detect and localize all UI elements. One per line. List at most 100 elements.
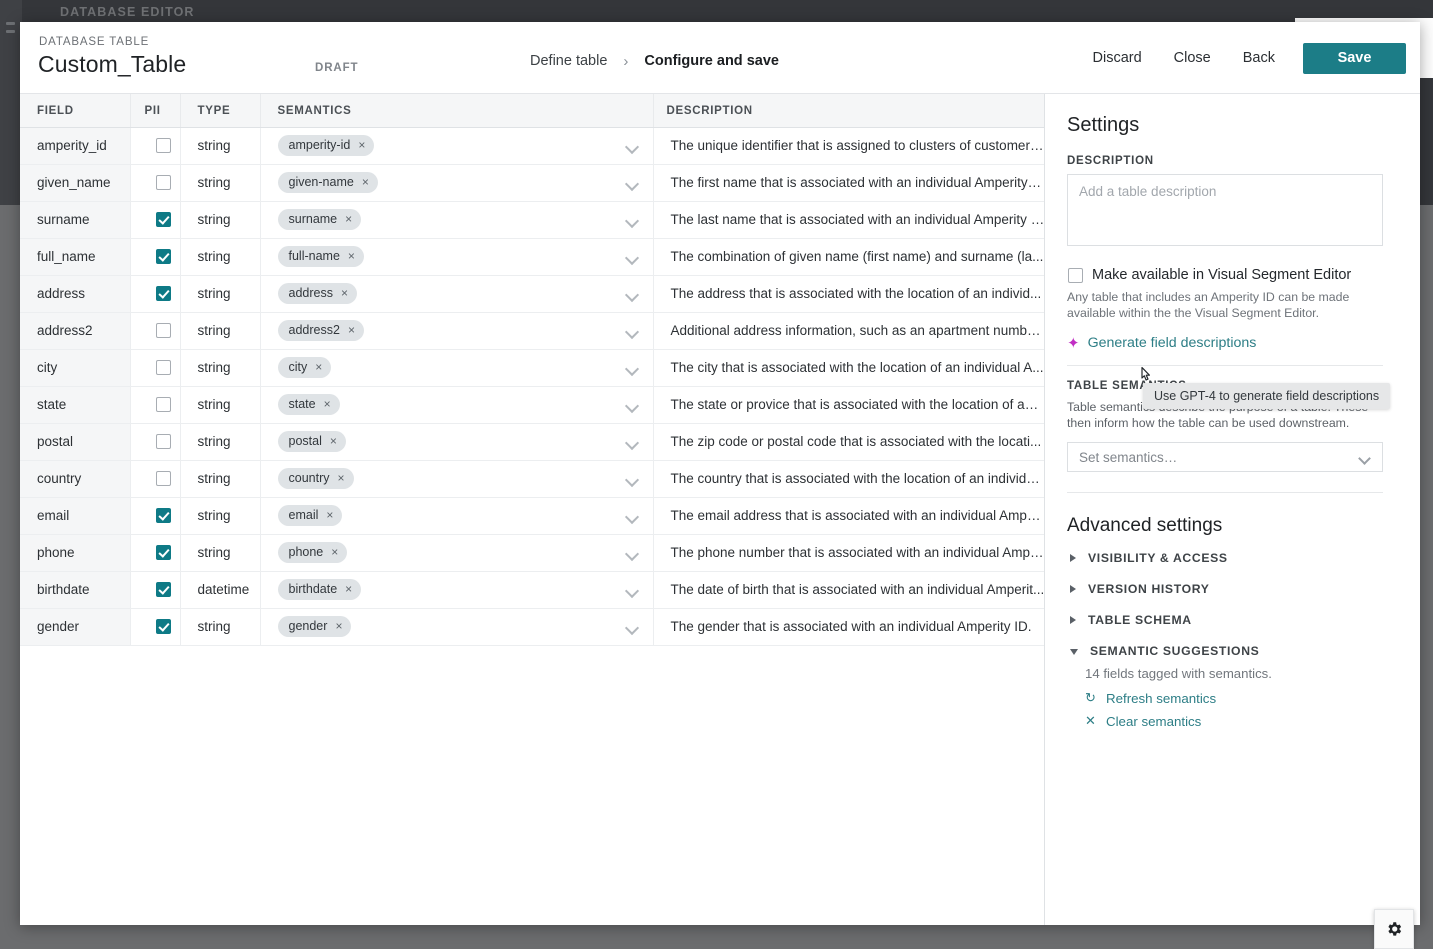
cell-description: The combination of given name (first nam…: [653, 238, 1044, 276]
pii-checkbox[interactable]: [156, 249, 171, 265]
close-icon[interactable]: ×: [345, 582, 352, 597]
cell-description: The address that is associated with the …: [653, 275, 1044, 313]
chevron-down-icon[interactable]: [626, 512, 639, 520]
semantic-chip[interactable]: phone ×: [277, 542, 348, 563]
semantic-chip-label: full-name: [288, 249, 340, 263]
semantic-chip[interactable]: city ×: [277, 357, 332, 378]
fields-table-pane: FIELD PII TYPE SEMANTICS DESCRIPTION amp…: [20, 94, 1045, 925]
chevron-down-icon[interactable]: [626, 253, 639, 261]
chevron-down-icon[interactable]: [626, 586, 639, 594]
chevron-down-icon[interactable]: [626, 364, 639, 372]
close-icon[interactable]: ×: [315, 360, 322, 375]
refresh-semantics-link[interactable]: ↻ Refresh semantics: [1085, 690, 1395, 706]
chevron-down-icon[interactable]: [626, 549, 639, 557]
chevron-down-icon[interactable]: [626, 438, 639, 446]
semantic-chip[interactable]: full-name ×: [277, 246, 364, 267]
vse-checkbox[interactable]: [1068, 267, 1083, 283]
semantic-chip[interactable]: amperity-id ×: [277, 135, 375, 156]
breadcrumb-item-configure-and-save[interactable]: Configure and save: [642, 50, 781, 72]
close-icon[interactable]: ×: [358, 138, 365, 153]
chevron-down-icon[interactable]: [626, 290, 639, 298]
chevron-down-icon[interactable]: [626, 142, 639, 150]
cell-type: string: [180, 275, 261, 313]
close-icon[interactable]: ×: [331, 545, 338, 560]
semantic-chip[interactable]: gender ×: [277, 616, 352, 637]
semantic-chip[interactable]: birthdate ×: [277, 579, 362, 600]
pii-checkbox[interactable]: [156, 397, 171, 413]
column-header-type: TYPE: [180, 94, 261, 128]
divider: [1067, 492, 1383, 493]
breadcrumb-item-define-table[interactable]: Define table: [528, 50, 609, 72]
accordion-semantic-suggestions[interactable]: SEMANTIC SUGGESTIONS: [1067, 644, 1395, 658]
cell-description: The last name that is associated with an…: [653, 201, 1044, 239]
close-icon[interactable]: ×: [326, 508, 333, 523]
semantic-chip[interactable]: state ×: [277, 394, 340, 415]
semantic-chip-label: city: [288, 360, 308, 374]
semantic-chip[interactable]: surname ×: [277, 209, 362, 230]
semantic-chip[interactable]: email ×: [277, 505, 343, 526]
lightning-bolt-icon: ✦: [1067, 334, 1080, 352]
close-icon[interactable]: ×: [341, 286, 348, 301]
semantic-chip[interactable]: address2 ×: [277, 320, 364, 341]
close-button[interactable]: Close: [1158, 42, 1227, 74]
semantic-chip[interactable]: postal ×: [277, 431, 346, 452]
table-description-input[interactable]: [1067, 174, 1383, 246]
cell-description: The state or provice that is associated …: [653, 386, 1044, 424]
pii-checkbox[interactable]: [156, 138, 171, 154]
close-icon[interactable]: ×: [362, 175, 369, 190]
chevron-down-icon[interactable]: [626, 401, 639, 409]
close-icon[interactable]: ×: [324, 397, 331, 412]
close-icon[interactable]: ×: [345, 212, 352, 227]
close-icon[interactable]: ×: [348, 323, 355, 338]
chevron-down-icon[interactable]: [626, 179, 639, 187]
generate-field-descriptions-link[interactable]: Generate field descriptions: [1088, 335, 1257, 351]
pii-checkbox[interactable]: [156, 619, 171, 635]
generate-field-descriptions-row[interactable]: ✦ Generate field descriptions: [1067, 335, 1395, 351]
pii-checkbox[interactable]: [156, 175, 171, 191]
settings-title: Settings: [1067, 114, 1140, 136]
cell-type: string: [180, 497, 261, 535]
pii-checkbox[interactable]: [156, 508, 171, 524]
clear-semantics-link[interactable]: ✕ Clear semantics: [1085, 713, 1395, 729]
semantic-chip[interactable]: given-name ×: [277, 172, 378, 193]
pii-checkbox[interactable]: [156, 471, 171, 487]
chevron-down-icon[interactable]: [626, 327, 639, 335]
settings-fab-button[interactable]: [1374, 909, 1414, 949]
pii-checkbox[interactable]: [156, 286, 171, 302]
cell-pii: [130, 349, 181, 387]
pii-checkbox[interactable]: [156, 360, 171, 376]
vse-checkbox-row[interactable]: Make available in Visual Segment Editor: [1068, 267, 1395, 283]
cell-pii: [130, 497, 181, 535]
chevron-down-icon[interactable]: [626, 475, 639, 483]
chevron-down-icon[interactable]: [626, 623, 639, 631]
semantics-count-text: 14 fields tagged with semantics.: [1085, 666, 1272, 681]
close-icon[interactable]: ×: [335, 619, 342, 634]
accordion-table-schema[interactable]: TABLE SCHEMA: [1067, 613, 1395, 627]
close-icon[interactable]: ×: [338, 471, 345, 486]
cell-type: string: [180, 608, 261, 646]
chevron-down-icon: [1360, 454, 1371, 461]
column-header-field: FIELD: [20, 94, 131, 128]
semantic-chip[interactable]: address ×: [277, 283, 357, 304]
pii-checkbox[interactable]: [156, 582, 171, 598]
pii-checkbox[interactable]: [156, 212, 171, 228]
cell-description: The phone number that is associated with…: [653, 534, 1044, 572]
semantic-chip-label: gender: [288, 619, 328, 633]
pii-checkbox[interactable]: [156, 323, 171, 339]
table-semantics-select[interactable]: Set semantics…: [1067, 442, 1383, 472]
chevron-down-icon[interactable]: [626, 216, 639, 224]
save-button[interactable]: Save: [1303, 42, 1406, 74]
cell-field: surname: [20, 201, 131, 239]
pii-checkbox[interactable]: [156, 545, 171, 561]
fields-table-body: amperity_id string amperity-id × The unique …: [20, 127, 1044, 646]
close-icon[interactable]: ×: [330, 434, 337, 449]
cell-type: string: [180, 460, 261, 498]
discard-button[interactable]: Discard: [1077, 42, 1158, 74]
accordion-version-history[interactable]: VERSION HISTORY: [1067, 582, 1395, 596]
back-button[interactable]: Back: [1227, 42, 1291, 74]
close-icon[interactable]: ×: [348, 249, 355, 264]
accordion-visibility-access[interactable]: VISIBILITY & ACCESS: [1067, 551, 1395, 565]
pii-checkbox[interactable]: [156, 434, 171, 450]
semantic-chip[interactable]: country ×: [277, 468, 354, 489]
modal-header: DATABASE TABLE Custom_Table DRAFT Define…: [20, 22, 1420, 94]
